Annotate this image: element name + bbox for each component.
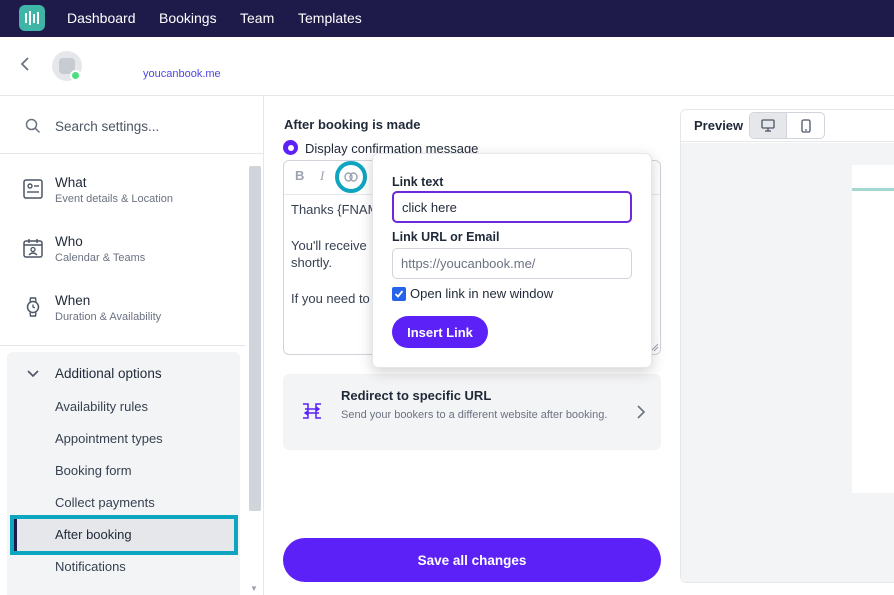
sidebar-item-title: When [55, 293, 91, 308]
sidebar-item-when[interactable]: When Duration & Availability [0, 282, 246, 340]
sidebar-divider [0, 345, 246, 346]
watch-icon [26, 297, 40, 317]
save-all-changes-button[interactable]: Save all changes [283, 538, 661, 582]
preview-accent-line [852, 188, 894, 191]
link-url-label: Link URL or Email [392, 230, 500, 244]
sidebar-item-who[interactable]: Who Calendar & Teams [0, 223, 246, 281]
sidebar-item-subtitle: Duration & Availability [55, 311, 162, 323]
sidebar-subitem-appointment-types[interactable]: Appointment types [55, 431, 163, 446]
mobile-view-button[interactable] [787, 113, 824, 138]
preview-page-card [852, 165, 894, 493]
search-icon [25, 118, 41, 134]
editor-text-line: If you need to [291, 291, 370, 306]
sidebar-item-what[interactable]: What Event details & Location [0, 164, 246, 222]
redirect-title: Redirect to specific URL [341, 388, 492, 403]
site-link[interactable]: youcanbook.me [143, 68, 221, 80]
desktop-icon [761, 119, 775, 132]
insert-link-button[interactable]: Insert Link [392, 316, 488, 348]
nav-bookings[interactable]: Bookings [159, 10, 217, 26]
sidebar-item-subtitle: Calendar & Teams [55, 252, 146, 264]
active-item-indicator [14, 519, 17, 551]
calendar-person-icon [23, 239, 43, 258]
open-new-window-checkbox[interactable] [392, 287, 406, 301]
checkmark-icon [394, 290, 404, 298]
sidebar-subitem-availability-rules[interactable]: Availability rules [55, 399, 148, 414]
device-toggle [749, 112, 825, 139]
sidebar-subitem-booking-form[interactable]: Booking form [55, 463, 132, 478]
chevron-down-icon[interactable] [27, 367, 39, 379]
redirect-description: Send your bookers to a different website… [341, 409, 608, 421]
link-text-input[interactable] [392, 191, 632, 223]
nav-team[interactable]: Team [240, 10, 274, 26]
open-new-window-label: Open link in new window [410, 286, 554, 301]
sidebar-item-title: What [55, 175, 87, 190]
editor-text-line: shortly. [291, 255, 332, 270]
logo-bars-icon [25, 11, 39, 25]
editor-text-line: You'll receive [291, 238, 367, 253]
sidebar-subitem-after-booking[interactable]: After booking [55, 527, 132, 542]
confirmation-message-radio[interactable] [283, 140, 298, 155]
nav-templates[interactable]: Templates [298, 10, 362, 26]
settings-search [0, 96, 263, 154]
link-text-label: Link text [392, 175, 444, 189]
sidebar-item-subtitle: Event details & Location [55, 193, 174, 205]
additional-options-header[interactable]: Additional options [55, 366, 162, 381]
italic-button[interactable]: I [320, 168, 324, 184]
online-status-dot [70, 70, 81, 81]
sidebar-subitem-collect-payments[interactable]: Collect payments [55, 495, 155, 510]
chevron-right-icon [637, 405, 646, 419]
sidebar-item-title: Who [55, 234, 83, 249]
sidebar-subitem-notifications[interactable]: Notifications [55, 559, 126, 574]
scroll-down-arrow-icon[interactable]: ▼ [250, 584, 258, 593]
app-logo[interactable] [19, 5, 45, 31]
page-header: youcanbook.me [0, 37, 894, 96]
redirect-icon [303, 403, 321, 419]
section-title: After booking is made [284, 117, 421, 132]
preview-label: Preview [694, 118, 744, 133]
sidebar-scrollbar[interactable] [249, 166, 261, 511]
search-input[interactable] [55, 116, 245, 136]
link-url-input[interactable] [392, 248, 632, 279]
settings-sidebar: What Event details & Location Who Calend… [0, 96, 264, 595]
link-button[interactable] [335, 161, 367, 193]
editor-text-line: Thanks {FNAM [291, 202, 379, 217]
link-icon [344, 172, 358, 182]
mobile-icon [800, 118, 811, 133]
top-nav: Dashboard Bookings Team Templates [0, 0, 894, 37]
nav-dashboard[interactable]: Dashboard [67, 10, 136, 26]
id-card-icon [23, 179, 43, 199]
back-arrow-icon[interactable] [19, 56, 37, 76]
bold-button[interactable]: B [295, 168, 304, 183]
desktop-view-button[interactable] [750, 113, 788, 138]
